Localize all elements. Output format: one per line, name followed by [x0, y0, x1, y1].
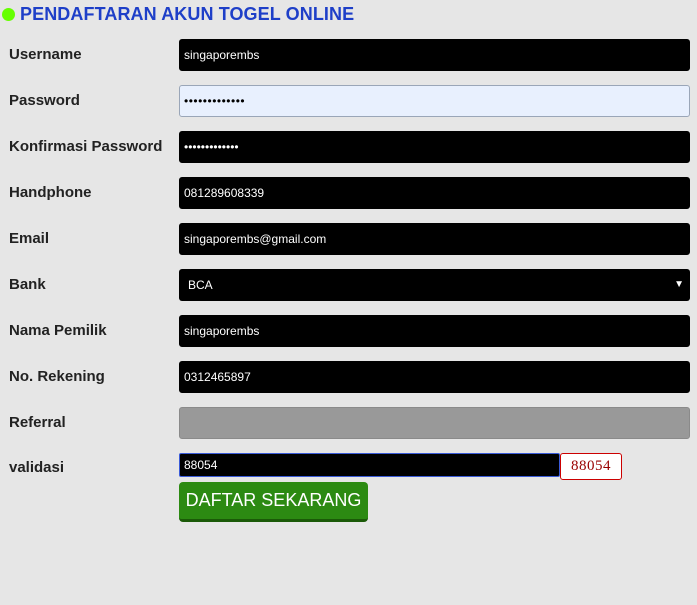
handphone-row: Handphone — [0, 177, 697, 211]
nama-pemilik-input[interactable] — [179, 315, 690, 347]
validasi-label: validasi — [9, 459, 65, 476]
confirm-password-input[interactable] — [179, 131, 690, 163]
no-rekening-input[interactable] — [179, 361, 690, 393]
bank-label: Bank — [9, 276, 46, 293]
green-dot-icon — [2, 7, 15, 21]
referral-row: Referral — [0, 407, 697, 441]
handphone-input[interactable] — [179, 177, 690, 209]
bank-row: Bank BCA ▼ — [0, 269, 697, 303]
confirm-password-row: Konfirmasi Password — [0, 131, 697, 165]
form-header: PENDAFTARAN AKUN TOGEL ONLINE — [0, 3, 354, 25]
username-input[interactable] — [179, 39, 690, 71]
referral-label: Referral — [9, 414, 66, 431]
nama-pemilik-row: Nama Pemilik — [0, 315, 697, 349]
email-label: Email — [9, 230, 50, 247]
username-label: Username — [9, 46, 82, 63]
triangle-down-icon: ▼ — [674, 279, 684, 290]
validasi-input[interactable] — [179, 453, 560, 477]
registration-page: PENDAFTARAN AKUN TOGEL ONLINE Username P… — [0, 0, 697, 605]
page-title: PENDAFTARAN AKUN TOGEL ONLINE — [20, 3, 355, 24]
bank-select[interactable]: BCA ▼ — [179, 269, 690, 301]
confirm-password-label: Konfirmasi Password — [9, 138, 163, 155]
no-rekening-row: No. Rekening — [0, 361, 697, 395]
bank-selected-value: BCA — [188, 278, 213, 292]
handphone-label: Handphone — [9, 184, 92, 201]
nama-pemilik-label: Nama Pemilik — [9, 322, 107, 339]
username-row: Username — [0, 39, 697, 73]
password-label: Password — [9, 92, 80, 109]
referral-input — [179, 407, 690, 439]
no-rekening-label: No. Rekening — [9, 368, 105, 385]
captcha-code: 88054 — [560, 453, 622, 480]
password-row: Password — [0, 85, 697, 119]
email-row: Email — [0, 223, 697, 257]
email-input[interactable] — [179, 223, 690, 255]
password-input[interactable] — [179, 85, 690, 117]
daftar-sekarang-button[interactable]: DAFTAR SEKARANG — [179, 482, 368, 522]
